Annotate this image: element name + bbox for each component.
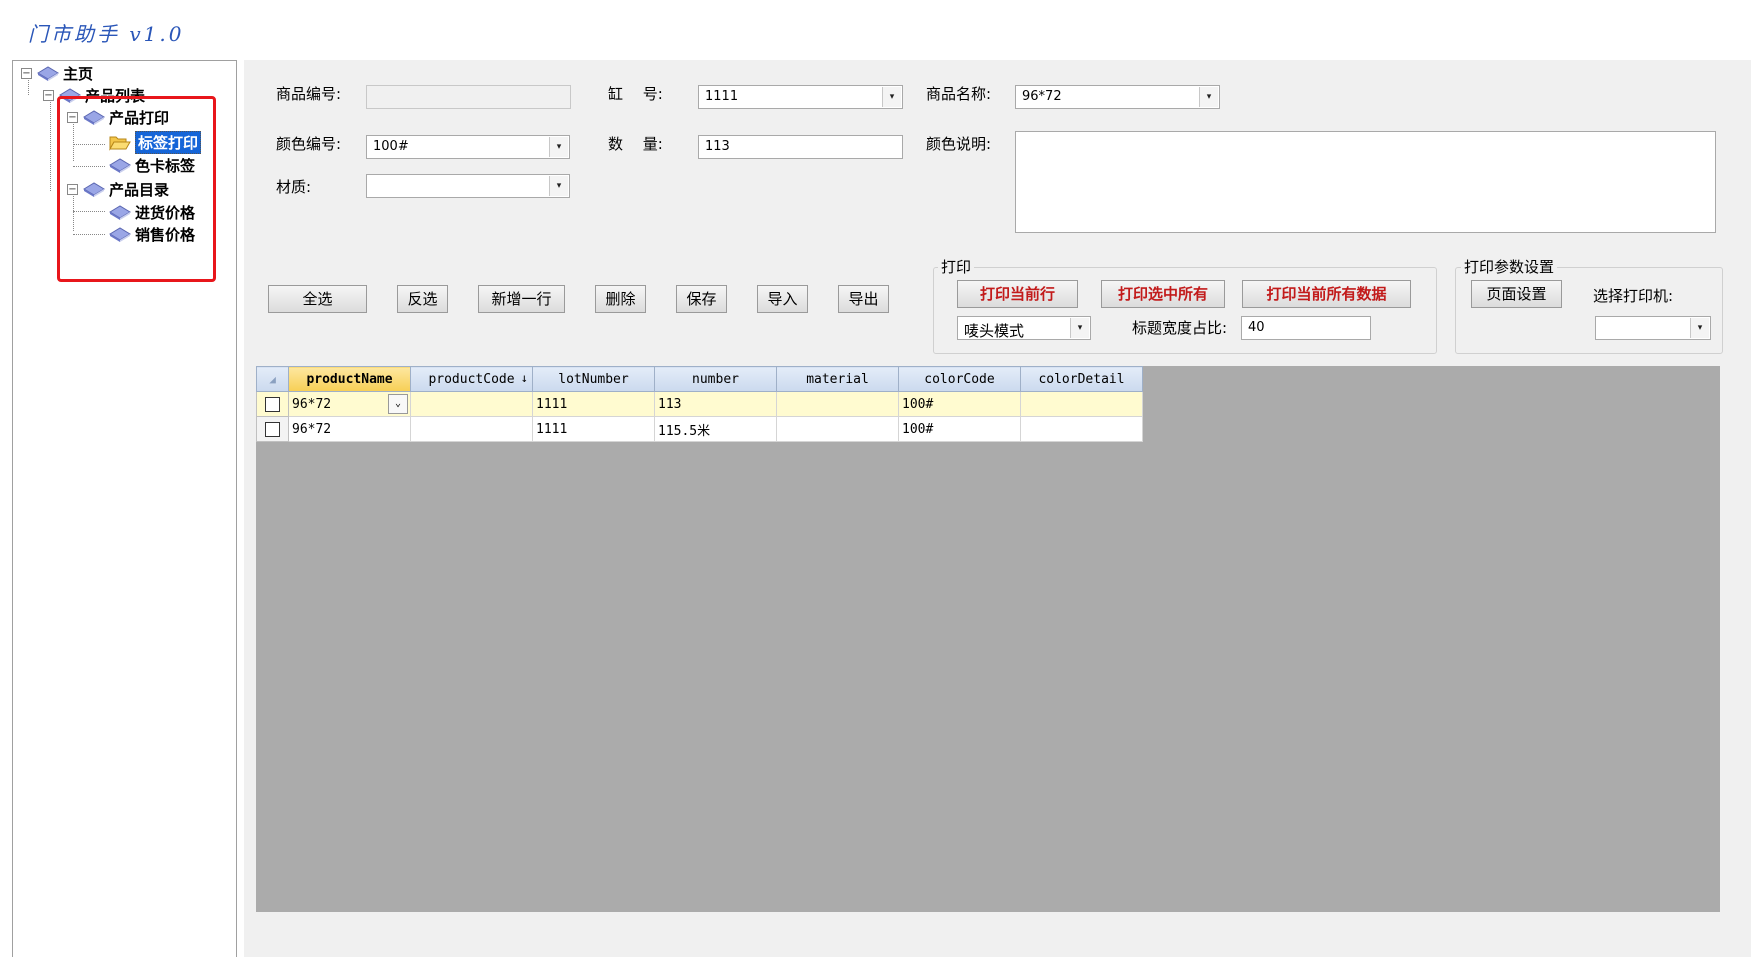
- data-grid-background: [256, 366, 1720, 912]
- collapse-toggle[interactable]: −: [43, 89, 54, 101]
- dropdown-arrow-icon[interactable]: ▾: [549, 137, 568, 157]
- color-code-label: 颜色编号:: [276, 135, 342, 153]
- cell-number[interactable]: 115.5米: [654, 416, 777, 442]
- save-button[interactable]: 保存: [676, 285, 727, 313]
- printer-combo[interactable]: ▾: [1595, 316, 1711, 340]
- cell-productName[interactable]: 96*72: [288, 416, 411, 442]
- export-button[interactable]: 导出: [838, 285, 889, 313]
- color-code-value: 100#: [373, 139, 409, 154]
- add-row-button[interactable]: 新增一行: [478, 285, 565, 313]
- lot-number-combo[interactable]: 1111 ▾: [698, 85, 903, 109]
- cell-colorDetail[interactable]: [1020, 416, 1143, 442]
- product-name-value: 96*72: [1022, 89, 1062, 104]
- cell-colorCode[interactable]: 100#: [898, 416, 1021, 442]
- invert-selection-button[interactable]: 反选: [397, 285, 448, 313]
- column-header-number[interactable]: number: [654, 366, 777, 392]
- product-code-label: 商品编号:: [276, 85, 342, 103]
- product-code-field[interactable]: [366, 85, 571, 109]
- print-mode-combo[interactable]: 唛头模式 ▾: [957, 316, 1091, 340]
- tree-label-home: 主页: [63, 64, 94, 83]
- cell-number[interactable]: 113: [654, 391, 777, 417]
- tree-node-home[interactable]: − 主页: [21, 62, 93, 84]
- column-header-colorDetail[interactable]: colorDetail: [1020, 366, 1143, 392]
- annotation-highlight-box: [57, 96, 216, 282]
- color-code-combo[interactable]: 100# ▾: [366, 135, 570, 159]
- row-checkbox[interactable]: [265, 396, 280, 412]
- color-description-label: 颜色说明:: [926, 135, 992, 153]
- color-description-textarea[interactable]: [1015, 131, 1716, 233]
- cell-material[interactable]: [776, 416, 899, 442]
- grid-corner-icon: ◢: [269, 372, 276, 386]
- cell-lotNumber[interactable]: 1111: [532, 391, 655, 417]
- book-icon: [37, 64, 59, 82]
- print-group-title: 打印: [938, 256, 975, 277]
- cell-productCode[interactable]: [410, 391, 533, 417]
- title-width-ratio-label: 标题宽度占比:: [1132, 319, 1228, 337]
- product-name-label: 商品名称:: [926, 85, 992, 103]
- row-checkbox-cell[interactable]: [256, 416, 289, 442]
- dropdown-arrow-icon[interactable]: ▾: [549, 176, 568, 196]
- print-current-row-button[interactable]: 打印当前行: [957, 280, 1078, 308]
- select-all-button[interactable]: 全选: [268, 285, 367, 313]
- column-header-colorCode[interactable]: colorCode: [898, 366, 1021, 392]
- lot-number-label: 缸 号:: [608, 85, 663, 103]
- import-button[interactable]: 导入: [757, 285, 808, 313]
- quantity-label: 数 量:: [608, 135, 663, 153]
- dropdown-arrow-icon[interactable]: ▾: [882, 87, 901, 107]
- cell-material[interactable]: [776, 391, 899, 417]
- column-header-productCode[interactable]: productCode ↓: [410, 366, 533, 392]
- print-selected-button[interactable]: 打印选中所有: [1101, 280, 1225, 308]
- grid-corner[interactable]: ◢: [256, 366, 289, 392]
- title-width-ratio-field[interactable]: 40: [1241, 316, 1371, 340]
- cell-value: 96*72: [292, 396, 332, 412]
- data-grid[interactable]: ◢ productName productCode ↓ lotNumber num…: [256, 366, 1143, 442]
- dropdown-arrow-icon[interactable]: ▾: [1690, 318, 1709, 338]
- app-title: 门市助手 v1.0: [28, 22, 185, 46]
- choose-printer-label: 选择打印机:: [1593, 287, 1674, 305]
- column-header-productName[interactable]: productName: [288, 366, 411, 392]
- dropdown-arrow-icon[interactable]: ▾: [1199, 87, 1218, 107]
- print-settings-group-title: 打印参数设置: [1461, 256, 1558, 277]
- print-mode-value: 唛头模式: [964, 322, 1025, 340]
- chevron-down-icon[interactable]: ⌄: [388, 394, 408, 414]
- dropdown-arrow-icon[interactable]: ▾: [1070, 318, 1089, 338]
- column-header-label: productCode: [428, 371, 515, 387]
- sort-descending-icon: ↓: [520, 371, 528, 385]
- delete-button[interactable]: 删除: [595, 285, 646, 313]
- table-row[interactable]: 96*72 ⌄ 1111 113 100#: [256, 391, 1143, 417]
- cell-productCode[interactable]: [410, 416, 533, 442]
- product-name-combo[interactable]: 96*72 ▾: [1015, 85, 1220, 109]
- cell-lotNumber[interactable]: 1111: [532, 416, 655, 442]
- lot-number-value: 1111: [705, 89, 739, 104]
- print-all-data-button[interactable]: 打印当前所有数据: [1242, 280, 1411, 308]
- cell-productName[interactable]: 96*72 ⌄: [288, 391, 411, 417]
- column-header-lotNumber[interactable]: lotNumber: [532, 366, 655, 392]
- table-row[interactable]: 96*72 1111 115.5米 100#: [256, 416, 1143, 442]
- cell-colorCode[interactable]: 100#: [898, 391, 1021, 417]
- material-label: 材质:: [276, 178, 312, 196]
- row-checkbox-cell[interactable]: [256, 391, 289, 417]
- material-combo[interactable]: ▾: [366, 174, 570, 198]
- column-header-material[interactable]: material: [776, 366, 899, 392]
- quantity-field[interactable]: 113: [698, 135, 903, 159]
- row-checkbox[interactable]: [265, 421, 280, 437]
- collapse-toggle[interactable]: −: [21, 67, 32, 79]
- cell-colorDetail[interactable]: [1020, 391, 1143, 417]
- grid-header-row: ◢ productName productCode ↓ lotNumber num…: [256, 366, 1143, 392]
- page-setup-button[interactable]: 页面设置: [1471, 280, 1562, 308]
